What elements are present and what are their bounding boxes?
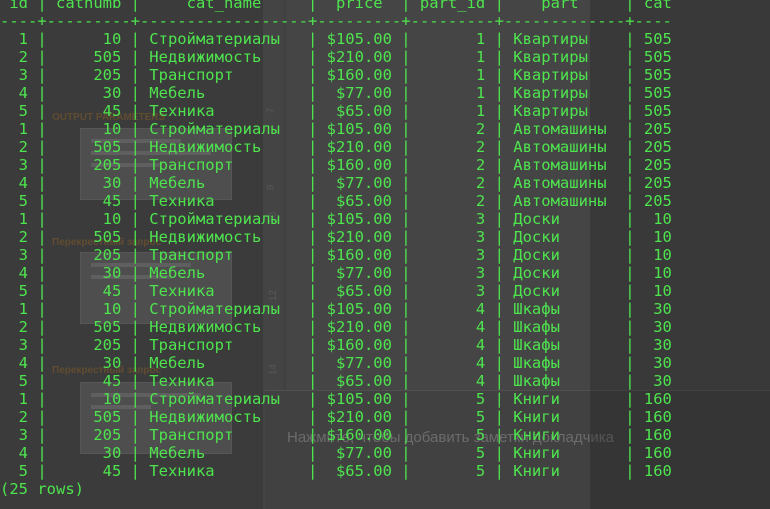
result-row: 5 | 45 | Техника | $65.00 | 5 | Книги | … — [0, 462, 672, 480]
result-row: 4 | 30 | Мебель | $77.00 | 5 | Книги | 1… — [0, 444, 672, 462]
result-row: 4 | 30 | Мебель | $77.00 | 4 | Шкафы | 3… — [0, 354, 672, 372]
result-row: 2 | 505 | Недвижимость | $210.00 | 5 | К… — [0, 408, 672, 426]
result-header: id | catnumb | cat_name | price | part_i… — [0, 0, 672, 12]
result-row: 2 | 505 | Недвижимость | $210.00 | 2 | А… — [0, 138, 672, 156]
result-row: 2 | 505 | Недвижимость | $210.00 | 4 | Ш… — [0, 318, 672, 336]
result-row: 3 | 205 | Транспорт | $160.00 | 5 | Книг… — [0, 426, 672, 444]
result-row: 1 | 10 | Стройматериалы | $105.00 | 1 | … — [0, 30, 672, 48]
screen: OUTPUT PARAMETERS Перекрестный запрос Пе… — [0, 0, 770, 509]
result-row: 5 | 45 | Техника | $65.00 | 3 | Доски | … — [0, 282, 672, 300]
result-separator: ----+---------+------------------+------… — [0, 12, 672, 30]
result-row: 1 | 10 | Стройматериалы | $105.00 | 4 | … — [0, 300, 672, 318]
result-row: 2 | 505 | Недвижимость | $210.00 | 1 | К… — [0, 48, 672, 66]
result-row: 3 | 205 | Транспорт | $160.00 | 2 | Авто… — [0, 156, 672, 174]
result-row: 1 | 10 | Стройматериалы | $105.00 | 5 | … — [0, 390, 672, 408]
result-row: 5 | 45 | Техника | $65.00 | 1 | Квартиры… — [0, 102, 672, 120]
result-row: 3 | 205 | Транспорт | $160.00 | 4 | Шкаф… — [0, 336, 672, 354]
terminal-window[interactable]: id | catnumb | cat_name | price | part_i… — [0, 0, 770, 509]
result-row: 3 | 205 | Транспорт | $160.00 | 3 | Доск… — [0, 246, 672, 264]
query-result-output: id | catnumb | cat_name | price | part_i… — [0, 0, 672, 498]
result-row: 2 | 505 | Недвижимость | $210.00 | 3 | Д… — [0, 228, 672, 246]
result-row: 1 | 10 | Стройматериалы | $105.00 | 3 | … — [0, 210, 672, 228]
result-row: 4 | 30 | Мебель | $77.00 | 1 | Квартиры … — [0, 84, 672, 102]
result-row: 3 | 205 | Транспорт | $160.00 | 1 | Квар… — [0, 66, 672, 84]
row-count-footer: (25 rows) — [0, 480, 84, 498]
result-row: 4 | 30 | Мебель | $77.00 | 2 | Автомашин… — [0, 174, 672, 192]
result-row: 5 | 45 | Техника | $65.00 | 4 | Шкафы | … — [0, 372, 672, 390]
result-row: 5 | 45 | Техника | $65.00 | 2 | Автомаши… — [0, 192, 672, 210]
result-row: 4 | 30 | Мебель | $77.00 | 3 | Доски | 1… — [0, 264, 672, 282]
result-row: 1 | 10 | Стройматериалы | $105.00 | 2 | … — [0, 120, 672, 138]
